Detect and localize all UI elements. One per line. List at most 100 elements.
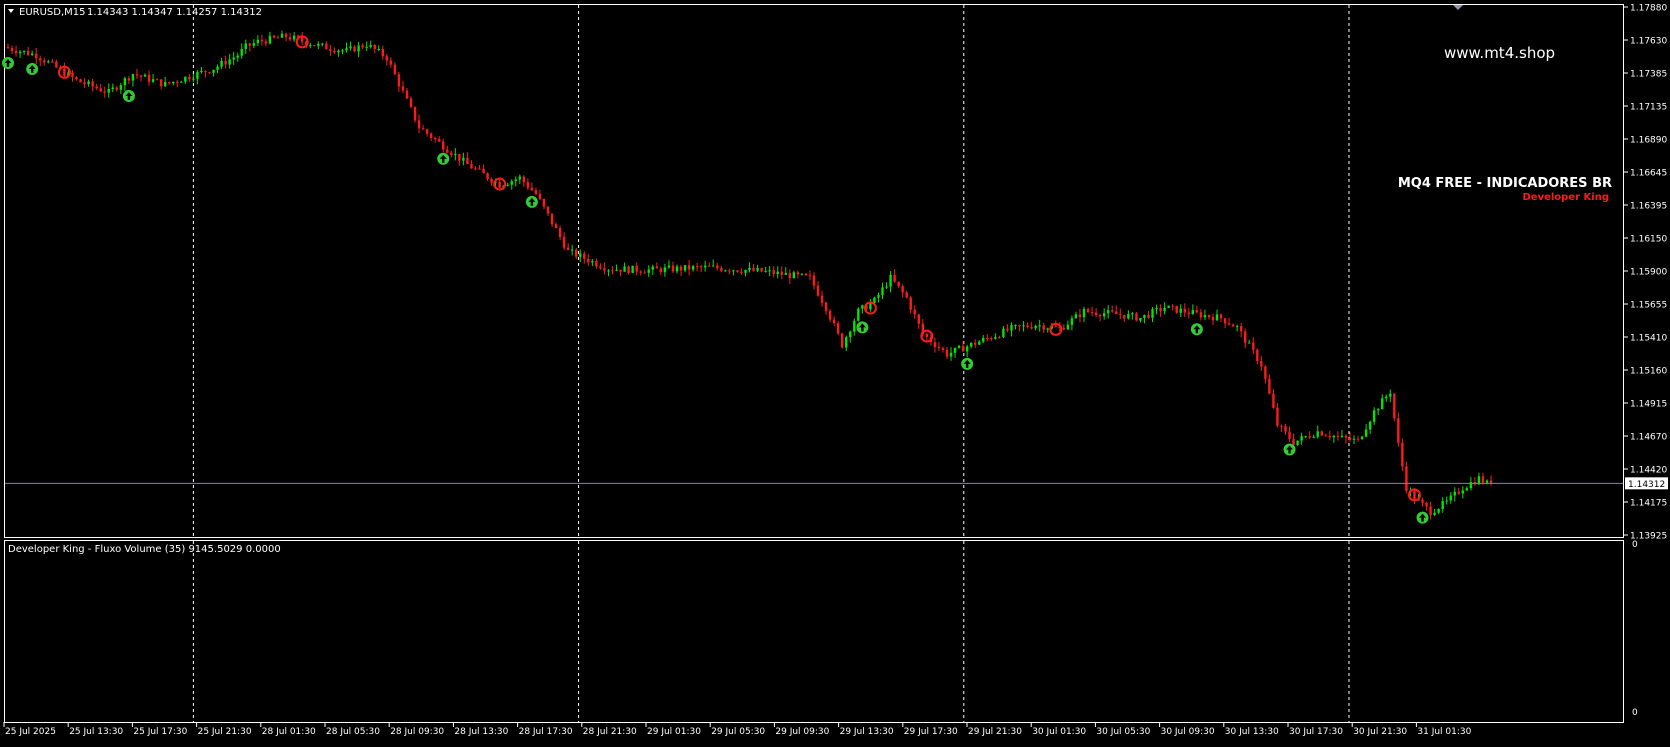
candle-bear [708,265,711,267]
indicator-panel[interactable] [4,540,1624,723]
candle-bear [1356,438,1360,440]
candle-bear [405,90,409,99]
candle-bull [849,331,852,338]
candle-bull [1485,480,1489,483]
candle-bear [909,297,912,310]
chart-window[interactable]: 1.14312 1.17880 1.17630 1.17385 1.17135 1.16… [0,0,1670,743]
candle-bull [647,269,650,273]
candle-bull [1296,440,1299,445]
symbol-header[interactable]: EURUSD,M15 1.14343 1.14347 1.14257 1.143… [8,7,262,18]
candle-bear [135,74,139,76]
candle-bear [284,33,288,38]
candle-bull [1441,501,1444,510]
candle-bear [176,81,179,83]
candle-bull [1312,436,1315,438]
candle-bear [780,271,783,275]
candle-bear [562,236,566,248]
candle-bull [200,70,203,72]
candle-bear [720,268,723,271]
candle-bear [961,345,965,352]
candle-bull [1066,324,1070,330]
candle-bear [1119,313,1122,316]
candle-bull [1002,328,1005,338]
candle-bear [699,266,703,268]
candle-bear [1276,407,1279,426]
candle-bull [1235,326,1239,328]
time-axis-label: 28 Jul 01:30 [262,727,316,737]
candle-bear [627,266,630,273]
candle-bear [1413,490,1416,501]
candle-bear [300,37,304,42]
candle-bull [683,265,687,271]
candle-bear [1199,312,1203,318]
candle-bear [1054,326,1057,328]
candle-bear [566,247,570,250]
candle-bull [1445,500,1448,502]
candle-bear [1328,436,1332,438]
candle-bull [172,81,175,84]
time-axis-label: 28 Jul 13:30 [454,727,508,737]
candle-bull [232,57,235,60]
candle-bear [1026,325,1029,328]
price-axis-label: 1.17385 [1630,70,1667,80]
candle-bear [925,334,929,337]
candle-bull [748,267,751,271]
candle-bull [744,270,747,273]
candle-bear [1457,491,1460,494]
time-axis[interactable]: 25 Jul 2025 25 Jul 13:30 25 Jul 17:30 25 Ju… [3,722,1472,737]
candle-bear [538,193,542,200]
candle-bear [10,48,14,51]
candle-bull [667,265,671,268]
candle-bear [224,60,227,65]
candle-bear [127,78,131,81]
price-axis-label: 1.14420 [1630,466,1667,476]
candle-bull [18,51,22,54]
candle-bear [1207,315,1211,318]
candle-bull [982,337,985,342]
buy-arrow-icon [1283,443,1296,456]
candle-bear [1078,314,1082,318]
candle-bear [808,275,812,277]
candle-bull [1034,325,1037,329]
candle-bear [446,149,449,153]
candle-bear [635,265,638,272]
candle-bear [147,74,151,82]
candle-bull [107,89,110,93]
candle-bear [1111,310,1114,312]
candle-bull [1163,307,1166,311]
time-axis-label: 30 Jul 01:30 [1032,727,1086,737]
time-axis-label: 29 Jul 05:30 [711,727,765,737]
candle-bear [687,265,691,270]
chart-canvas[interactable]: 1.14312 1.17880 1.17630 1.17385 1.17135 1.16… [0,0,1670,743]
candle-bear [558,228,562,237]
candle-bull [623,266,626,272]
candle-bull [1372,410,1376,422]
candle-bear [1030,327,1033,329]
candle-bear [893,274,896,282]
candle-bull [978,341,981,345]
candle-bear [659,268,663,273]
candle-bear [603,268,606,271]
candle-bull [1453,491,1456,496]
candle-bull [87,81,90,85]
candle-bear [740,271,743,273]
candle-bull [1038,325,1041,327]
candle-bear [1348,437,1352,440]
candle-bull [1385,396,1388,399]
candle-bull [631,265,634,273]
candle-bull [377,49,380,51]
candle-bear [679,266,683,271]
candle-bear [1264,366,1267,379]
candle-bear [1272,393,1275,408]
candle-bull [1151,309,1154,318]
time-axis-label: 30 Jul 13:30 [1225,727,1279,737]
candle-bear [393,64,397,75]
candle-bull [1368,421,1372,430]
candle-bull [712,265,715,267]
candle-bull [691,266,695,270]
candle-bear [99,88,102,92]
main-price-panel[interactable] [4,4,1624,538]
price-axis[interactable]: 1.17880 1.17630 1.17385 1.17135 1.16890 1.166… [1623,4,1667,542]
candle-bear [313,45,316,47]
candle-bull [969,342,973,347]
